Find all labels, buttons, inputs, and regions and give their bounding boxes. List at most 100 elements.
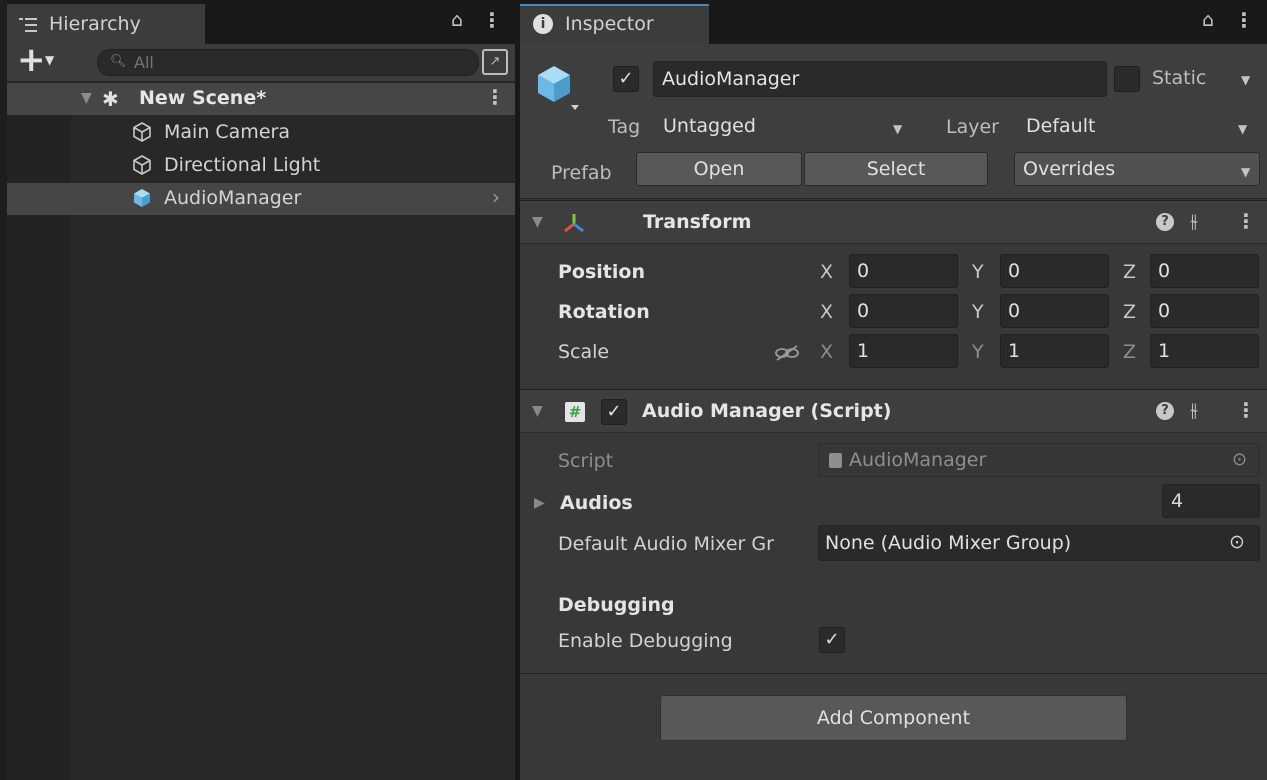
fold-arrow-icon[interactable]: ▼ [532, 214, 543, 230]
info-icon: i [533, 14, 553, 34]
chevron-right-icon[interactable]: › [492, 185, 500, 209]
rotation-z-field[interactable]: 0 [1150, 294, 1259, 328]
static-dropdown-icon[interactable]: ▼ [1241, 73, 1250, 87]
enable-debugging-checkbox[interactable]: ✓ [819, 627, 845, 653]
field-value: 1 [857, 340, 870, 362]
transform-title: Transform [643, 211, 752, 233]
chevron-down-icon: ▼ [1238, 122, 1248, 136]
scale-y-field[interactable]: 1 [1000, 334, 1109, 368]
script-file-icon [829, 453, 842, 468]
field-value: 0 [857, 300, 870, 322]
active-checkbox[interactable]: ✓ [613, 66, 639, 92]
tag-label: Tag [608, 116, 641, 138]
scene-name: New Scene* [139, 87, 267, 109]
field-value: 1 [1158, 340, 1171, 362]
more-menu-icon[interactable]: ⋮ [482, 8, 502, 32]
axis-z-label: Z [1123, 261, 1137, 283]
presets-icon[interactable]: ⫳ [1190, 210, 1198, 232]
hierarchy-tab-bar: Hierarchy ⌂ ⋮ [7, 0, 515, 44]
create-button[interactable]: + ▼ [17, 40, 67, 80]
layer-dropdown[interactable]: Default ▼ [1020, 112, 1260, 144]
position-y-field[interactable]: 0 [1000, 254, 1109, 288]
constrain-proportions-icon[interactable] [774, 343, 800, 363]
overrides-label: Overrides [1023, 158, 1116, 180]
static-label: Static [1152, 67, 1207, 89]
gameobject-outline-icon [133, 122, 151, 142]
field-value: 0 [1158, 300, 1171, 322]
position-x-field[interactable]: 0 [849, 254, 958, 288]
audios-size-value: 4 [1171, 490, 1184, 512]
field-value: 0 [1158, 260, 1171, 282]
search-icon: 🔍︎ [110, 54, 127, 69]
script-field: AudioManager ⊙ [818, 443, 1260, 477]
inspector-tab[interactable]: i Inspector [520, 4, 709, 44]
more-menu-icon[interactable]: ⋮ [1234, 8, 1254, 32]
lock-icon[interactable]: ⌂ [451, 9, 463, 31]
field-value: 0 [857, 260, 870, 282]
chevron-down-icon: ▼ [45, 53, 55, 67]
script-label: Script [558, 450, 614, 472]
fold-arrow-icon[interactable]: ▼ [81, 90, 92, 106]
hierarchy-item-label: AudioManager [164, 187, 302, 209]
static-checkbox[interactable] [1114, 66, 1140, 92]
lock-icon[interactable]: ⌂ [1202, 9, 1214, 31]
hierarchy-toolbar: + ▼ 🔍︎ ↗ [7, 40, 515, 82]
axis-x-label: X [820, 261, 834, 283]
prefab-label: Prefab [551, 162, 612, 184]
field-value: 0 [1008, 300, 1021, 322]
position-label: Position [558, 261, 645, 283]
hierarchy-item-label: Directional Light [164, 154, 321, 176]
object-name-field[interactable]: AudioManager [653, 61, 1107, 97]
search-input[interactable] [134, 51, 464, 74]
scene-row[interactable]: ▼ ✱ New Scene* ⋮ [7, 83, 515, 115]
axis-y-label: Y [972, 261, 984, 283]
search-box[interactable]: 🔍︎ [97, 49, 479, 76]
hierarchy-tab[interactable]: Hierarchy [7, 4, 205, 44]
chevron-down-icon: ▼ [1241, 165, 1251, 179]
rotation-x-field[interactable]: 0 [849, 294, 958, 328]
axis-y-label: Y [972, 341, 984, 363]
hierarchy-list-icon [19, 18, 37, 32]
component-enabled-checkbox[interactable]: ✓ [601, 399, 627, 425]
object-header: ✓ AudioManager Static ▼ Tag Untagged ▼ L… [520, 44, 1267, 199]
transform-header[interactable]: ▼ Transform ? ⫳ ⋮ [520, 200, 1267, 244]
layer-label: Layer [946, 116, 999, 138]
rotation-y-field[interactable]: 0 [1000, 294, 1109, 328]
audio-manager-header[interactable]: ▼ # ✓ Audio Manager (Script) ? ⫳ ⋮ [520, 389, 1267, 433]
prefab-select-button[interactable]: Select [804, 152, 988, 186]
mixer-value: None (Audio Mixer Group) [825, 532, 1072, 554]
object-picker-icon[interactable]: ⊙ [1229, 531, 1245, 553]
hierarchy-item-main-camera[interactable]: Main Camera [7, 117, 515, 149]
csharp-script-icon: # [565, 402, 585, 422]
position-z-field[interactable]: 0 [1150, 254, 1259, 288]
audios-size-field[interactable]: 4 [1162, 484, 1260, 518]
prefab-overrides-dropdown[interactable]: Overrides ▼ [1014, 152, 1260, 186]
axis-z-label: Z [1123, 341, 1137, 363]
transform-body: Position X 0 Y 0 Z 0 Rotation X 0 Y 0 Z … [520, 245, 1267, 389]
scene-menu-icon[interactable]: ⋮ [485, 85, 505, 109]
expand-arrow-icon[interactable]: ▶ [534, 495, 545, 511]
component-menu-icon[interactable]: ⋮ [1236, 398, 1256, 422]
search-options-icon[interactable]: ↗ [482, 49, 508, 75]
hierarchy-item-directional-light[interactable]: Directional Light [7, 150, 515, 182]
hierarchy-item-audiomanager[interactable]: AudioManager › [7, 183, 515, 215]
help-icon[interactable]: ? [1156, 402, 1174, 420]
scale-x-field[interactable]: 1 [849, 334, 958, 368]
tag-dropdown[interactable]: Untagged ▼ [657, 112, 919, 144]
scale-z-field[interactable]: 1 [1150, 334, 1259, 368]
add-component-button[interactable]: Add Component [660, 695, 1127, 741]
component-menu-icon[interactable]: ⋮ [1236, 209, 1256, 233]
axis-x-label: X [820, 301, 834, 323]
audios-label[interactable]: Audios [560, 492, 633, 514]
field-value: 1 [1008, 340, 1021, 362]
hierarchy-tab-label: Hierarchy [49, 13, 141, 35]
prefab-cube-icon[interactable] [534, 62, 580, 112]
fold-arrow-icon[interactable]: ▼ [532, 403, 543, 419]
audio-manager-title: Audio Manager (Script) [642, 400, 892, 422]
mixer-field[interactable]: None (Audio Mixer Group) ⊙ [818, 525, 1260, 561]
field-value: 0 [1008, 260, 1021, 282]
presets-icon[interactable]: ⫳ [1190, 399, 1198, 421]
help-icon[interactable]: ? [1156, 213, 1174, 231]
prefab-open-button[interactable]: Open [636, 152, 802, 186]
transform-icon [564, 214, 584, 233]
